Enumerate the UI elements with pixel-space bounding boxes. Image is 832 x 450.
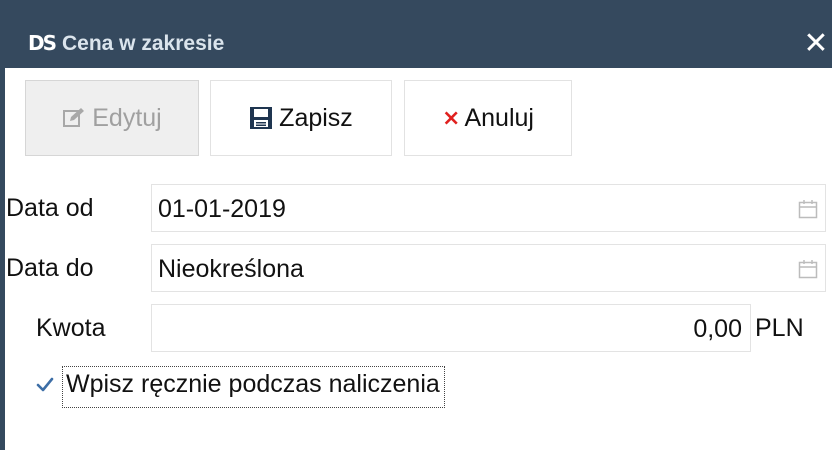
date-to-value: Nieokreślona — [158, 255, 304, 283]
date-to-field[interactable]: Nieokreślona — [151, 244, 826, 292]
save-button-label: Zapisz — [279, 103, 353, 132]
amount-value: 0,00 — [693, 315, 742, 343]
currency-label: PLN — [755, 314, 804, 342]
dialog-window: DS Cena w zakresie ✕ Edytuj Zapisz × Anu… — [0, 0, 832, 450]
close-icon: ✕ — [803, 26, 829, 61]
checkmark-icon[interactable] — [34, 374, 56, 396]
window-left-border — [0, 68, 5, 450]
cancel-button[interactable]: × Anuluj — [404, 80, 572, 156]
amount-field[interactable]: 0,00 — [151, 304, 751, 352]
close-button[interactable]: ✕ — [800, 24, 832, 64]
save-button[interactable]: Zapisz — [210, 80, 392, 156]
dialog-title: Cena w zakresie — [62, 32, 225, 55]
edit-icon — [63, 108, 85, 127]
date-from-field[interactable]: 01-01-2019 — [151, 184, 826, 232]
edit-button[interactable]: Edytuj — [25, 80, 199, 156]
cancel-x-icon: × — [442, 105, 461, 131]
amount-label: Kwota — [36, 314, 106, 342]
cancel-button-label: Anuluj — [464, 103, 534, 132]
date-to-label: Data do — [6, 254, 94, 282]
floppy-disk-icon — [250, 107, 273, 129]
edit-button-label: Edytuj — [92, 103, 162, 132]
date-from-label: Data od — [6, 194, 94, 222]
manual-entry-checkbox-label[interactable]: Wpisz ręcznie podczas naliczenia — [62, 366, 445, 408]
calendar-icon[interactable] — [798, 199, 818, 219]
title-bar: DS Cena w zakresie ✕ — [0, 0, 832, 68]
calendar-icon[interactable] — [798, 259, 818, 279]
app-logo-icon: DS — [28, 31, 57, 55]
date-from-value: 01-01-2019 — [158, 195, 286, 223]
